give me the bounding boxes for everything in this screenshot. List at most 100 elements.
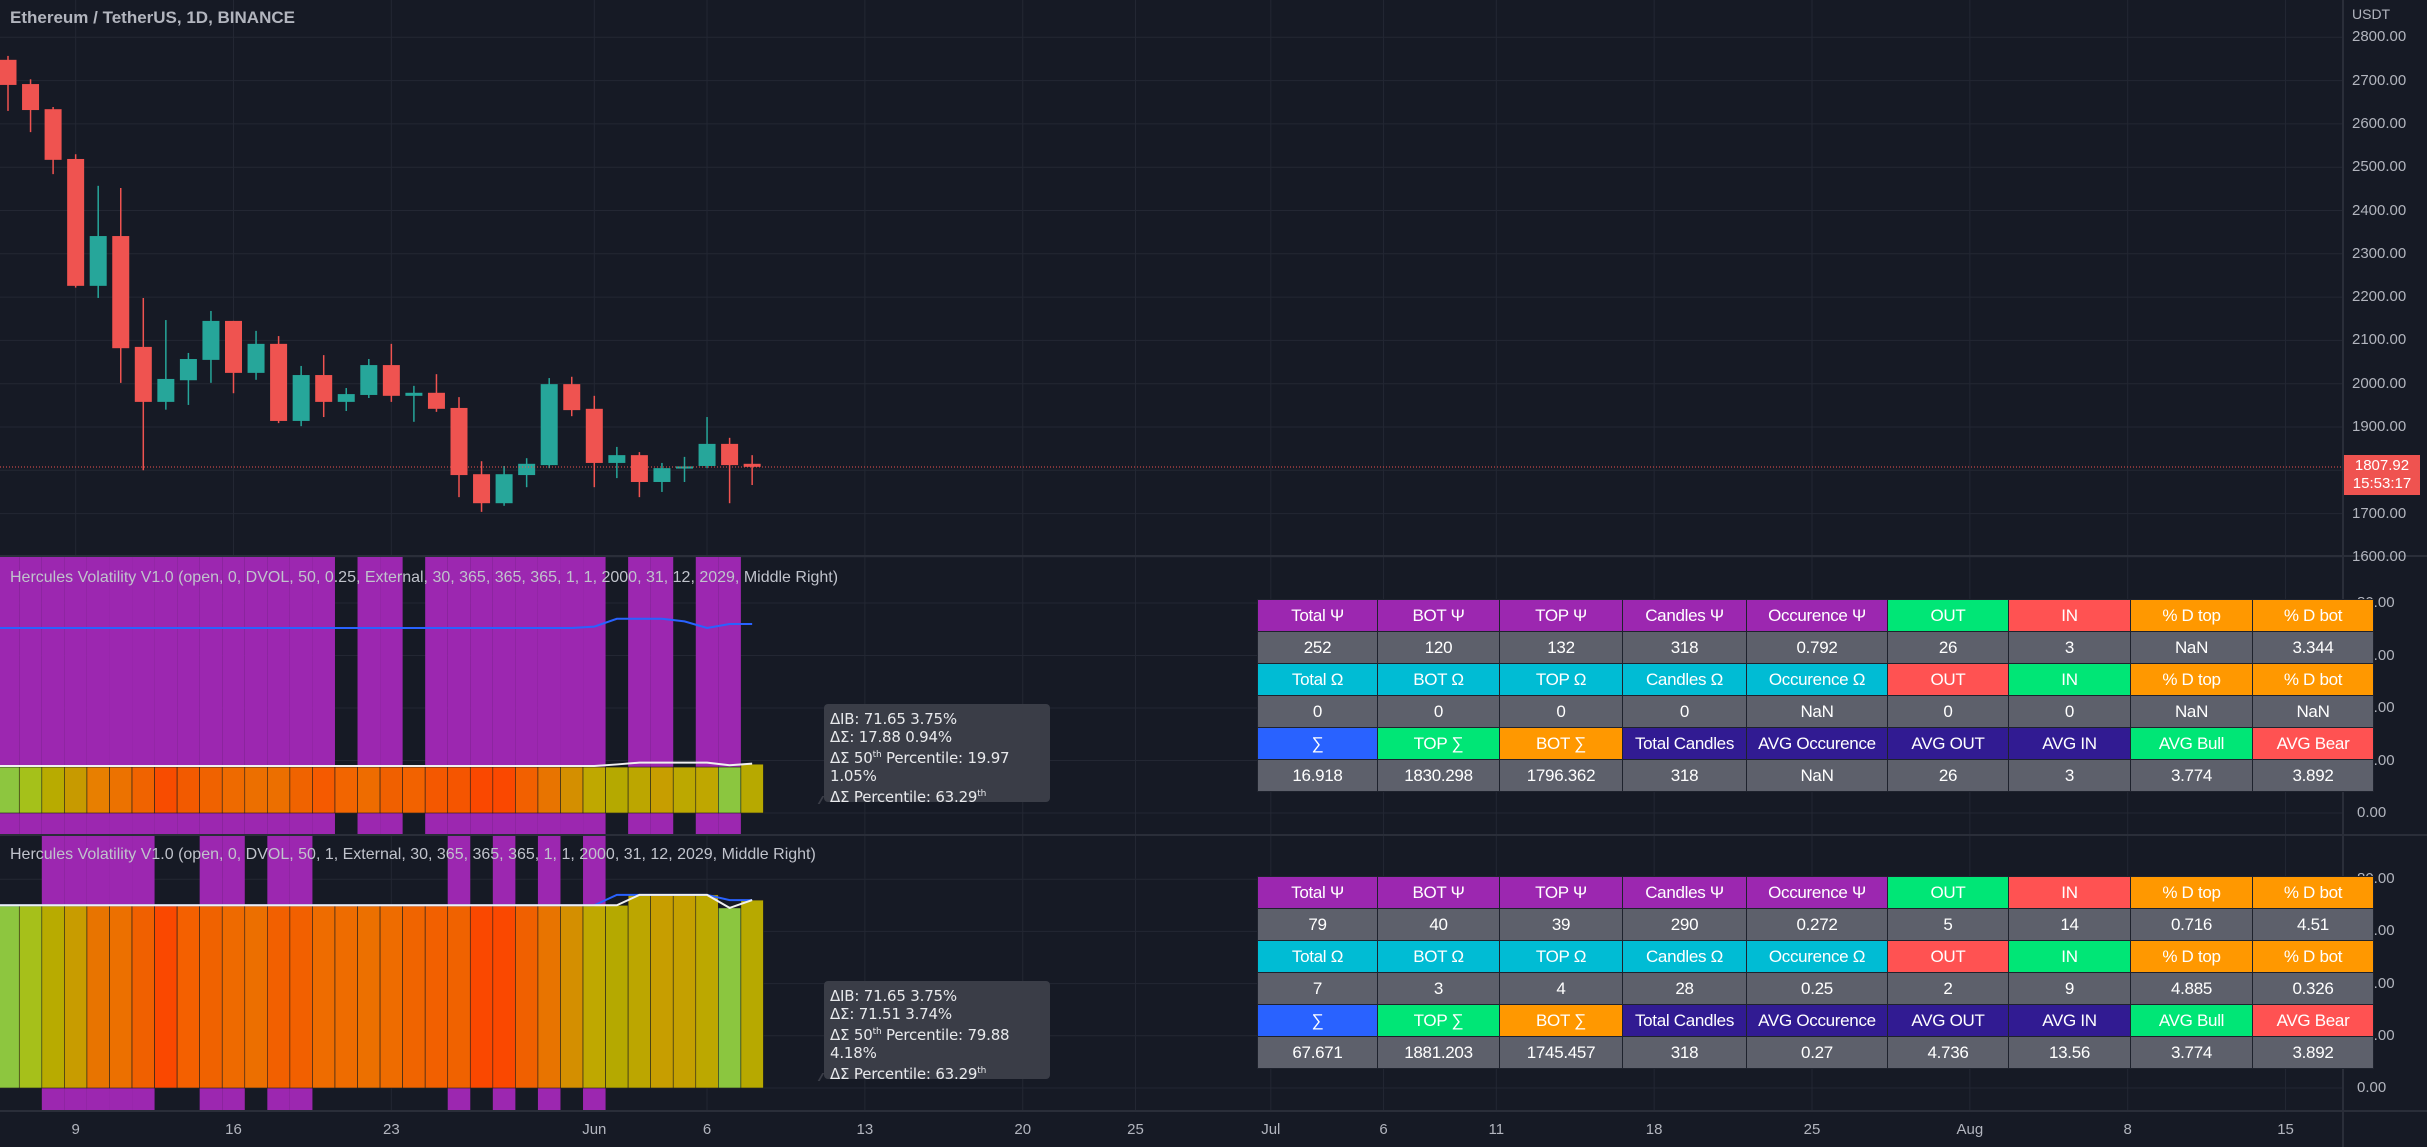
table-value-cell: 0 (2008, 695, 2131, 728)
volatility-bar (537, 904, 561, 1089)
table-header-cell: IN (2008, 599, 2131, 632)
table-header-cell: BOT Ψ (1377, 599, 1500, 632)
time-tick: Jul (1261, 1121, 1281, 1138)
volatility-bar (41, 904, 65, 1089)
table-value-cell: 3.892 (2252, 1036, 2374, 1069)
table-value-cell: 3.344 (2252, 631, 2374, 664)
table-header-cell: Total Candles (1622, 1004, 1747, 1037)
indicator-axis-tick: 0.00 (2357, 804, 2387, 821)
volatility-bar (740, 899, 764, 1089)
volatility-bar (379, 766, 403, 814)
table-row: Total Ω BOT Ω TOP Ω Candles Ω Occurence Ω OUT… (1257, 663, 2374, 696)
table-header-cell: Occurence Ω (1746, 940, 1888, 973)
table-value-cell: 26 (1887, 759, 2009, 792)
indicator-1-title[interactable]: Hercules Volatility V1.0 (open, 0, DVOL,… (10, 569, 838, 587)
table-header-cell: IN (2008, 940, 2131, 973)
table-value-cell: 2 (1887, 972, 2009, 1005)
table-value-cell: 0.25 (1746, 972, 1888, 1005)
table-value-cell: 318 (1622, 759, 1747, 792)
table-header-cell: Occurence Ψ (1746, 599, 1888, 632)
table-value-cell: 0 (1377, 695, 1500, 728)
table-header-cell: % D top (2130, 663, 2253, 696)
table-value-cell: 0 (1622, 695, 1747, 728)
table-header-cell: % D bot (2252, 599, 2374, 632)
table-row: 16.918 1830.298 1796.362 318 NaN 26 3 3.774 3.89… (1257, 759, 2374, 792)
table-header-cell: IN (2008, 663, 2131, 696)
table-header-cell: AVG Occurence (1746, 1004, 1888, 1037)
candle (585, 395, 603, 488)
candle (0, 55, 17, 111)
tooltip-line: ΔΣ Percentile: 63.29th (830, 788, 987, 806)
table-value-cell: NaN (1746, 759, 1888, 792)
candle-body (518, 463, 536, 476)
table-row: 67.671 1881.203 1745.457 318 0.27 4.736 13.56 3… (1257, 1036, 2374, 1069)
table-row: 7 3 4 28 0.25 2 9 4.885 0.326 (1257, 972, 2374, 1005)
volatility-bar (131, 904, 155, 1089)
volatility-bar (18, 904, 43, 1089)
volatility-bar (64, 766, 88, 814)
indicator-2-title[interactable]: Hercules Volatility V1.0 (open, 0, DVOL,… (10, 846, 816, 864)
candle-body (743, 463, 761, 467)
volatility-bar (424, 904, 449, 1089)
time-tick: 6 (702, 1121, 712, 1138)
table-row: 252 120 132 318 0.792 26 3 NaN 3.344 (1257, 631, 2374, 664)
table-header-cell: ∑ (1257, 727, 1378, 760)
table-header-cell: BOT ∑ (1499, 727, 1623, 760)
table-value-cell: NaN (2130, 631, 2253, 664)
candle (360, 359, 378, 398)
table-value-cell: 318 (1622, 1036, 1747, 1069)
volatility-bar (0, 904, 20, 1089)
table-value-cell: 3.774 (2130, 759, 2253, 792)
volatility-bar (131, 766, 155, 814)
table-value-cell: 4 (1499, 972, 1623, 1005)
volatility-bar (469, 766, 494, 814)
table-header-cell: % D top (2130, 876, 2253, 909)
candle (89, 185, 107, 298)
volatility-bar (109, 766, 133, 814)
table-value-cell: 318 (1622, 631, 1747, 664)
time-tick: 25 (1127, 1121, 1144, 1138)
volatility-bar (176, 904, 200, 1089)
time-tick: 8 (2123, 1121, 2132, 1138)
candle-body (89, 236, 107, 286)
candle-body (608, 455, 626, 463)
candle (653, 462, 671, 492)
table-header-cell: Occurence Ψ (1746, 876, 1888, 909)
volatility-bar (289, 766, 313, 814)
bar-countdown: 15:53:17 (2352, 475, 2412, 492)
table-value-cell: 132 (1499, 631, 1623, 664)
candle-body (382, 365, 400, 396)
time-tick: 11 (1488, 1121, 1505, 1138)
table-value-cell: NaN (2130, 695, 2253, 728)
table-header-cell: % D bot (2252, 663, 2374, 696)
candle (382, 343, 400, 402)
volatility-bar (672, 894, 697, 1089)
price-tick: 2800.00 (2352, 28, 2407, 46)
indicator-1-tooltip: ΔIB: 71.65 3.75% ΔΣ: 17.88 0.94% ΔΣ 50th… (824, 704, 1050, 806)
table-value-cell: 13.56 (2008, 1036, 2131, 1069)
candle-body (698, 443, 716, 466)
table-value-cell: 1745.457 (1499, 1036, 1623, 1069)
table-value-cell: NaN (2252, 695, 2374, 728)
candle-body (450, 407, 468, 476)
table-value-cell: 16.918 (1257, 759, 1378, 792)
symbol-title[interactable]: Ethereum / TetherUS, 1D, BINANCE (10, 8, 295, 28)
candle-body (0, 59, 17, 85)
table-value-cell: 1830.298 (1377, 759, 1500, 792)
table-row: 0 0 0 0 NaN 0 0 NaN NaN (1257, 695, 2374, 728)
candle-body (134, 346, 152, 402)
tooltip-line: ΔΣ 50th Percentile: 19.97 1.05% (830, 749, 1010, 785)
candle-body (315, 375, 333, 402)
table-header-cell: BOT Ω (1377, 663, 1500, 696)
volatility-bar (605, 904, 629, 1089)
volatility-bar (86, 766, 110, 814)
table-header-cell: BOT Ω (1377, 940, 1500, 973)
table-value-cell: 0 (1887, 695, 2009, 728)
table-value-cell: 3.892 (2252, 759, 2374, 792)
volatility-bar (312, 904, 336, 1089)
candle-body (540, 384, 558, 466)
volatility-bar (334, 904, 358, 1089)
table-value-cell: 5 (1887, 908, 2009, 941)
candle-body (270, 343, 288, 421)
volatility-bar (334, 766, 358, 814)
